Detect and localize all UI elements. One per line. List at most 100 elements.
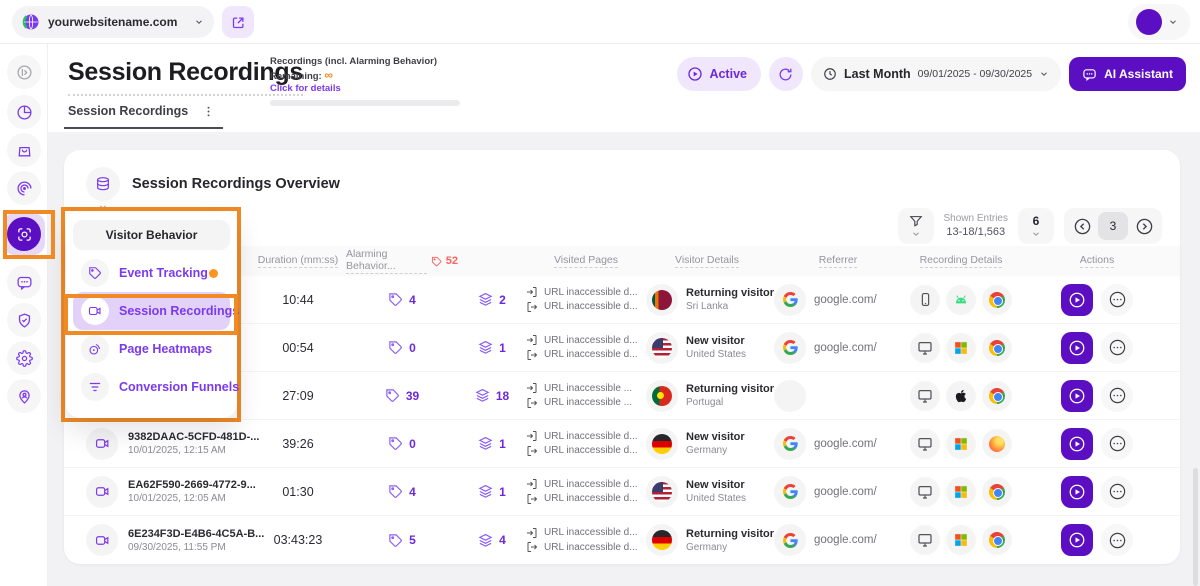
- ai-assistant-button[interactable]: AI Assistant: [1069, 57, 1186, 91]
- more-actions-button[interactable]: [1101, 476, 1133, 508]
- country-flag-icon: [652, 530, 672, 550]
- video-camera-icon: [86, 476, 118, 508]
- quota-details-link[interactable]: Click for details: [270, 83, 470, 94]
- windows-os-icon: [954, 437, 968, 451]
- visitor-type: New visitor: [686, 335, 746, 347]
- play-recording-button[interactable]: [1061, 476, 1093, 508]
- shield-check-icon: [16, 312, 33, 329]
- sidebar-item-dashboard[interactable]: [7, 95, 41, 129]
- sidebar-collapse-button[interactable]: [7, 55, 41, 89]
- play-recording-button[interactable]: [1061, 524, 1093, 556]
- more-actions-button[interactable]: [1101, 380, 1133, 412]
- alarming-count: 0: [409, 341, 416, 355]
- pages-count-cell: 1: [458, 340, 526, 355]
- visitor-details-cell: Returning visitor Sri Lanka: [646, 284, 768, 316]
- sidebar-item-products[interactable]: [7, 133, 41, 167]
- refresh-button[interactable]: [769, 57, 803, 91]
- layers-icon: [478, 292, 493, 307]
- session-recording-target-icon: [7, 217, 41, 251]
- windows-os-icon: [954, 341, 968, 355]
- column-visitor-details[interactable]: Visitor Details: [646, 254, 768, 268]
- menu-item-session-recordings[interactable]: Session Recordings: [73, 292, 230, 330]
- pages-count-cell: 18: [458, 388, 526, 403]
- page-title: Session Recordings: [68, 58, 303, 96]
- notification-dot: [209, 269, 218, 278]
- open-website-button[interactable]: [222, 6, 254, 38]
- previous-page-button[interactable]: [1068, 212, 1096, 240]
- column-visited-pages[interactable]: Visited Pages: [526, 254, 646, 268]
- firefox-browser-icon: [989, 436, 1005, 452]
- play-recording-button[interactable]: [1061, 380, 1093, 412]
- table-row[interactable]: 6E234F3D-E4B6-4C5A-B... 09/30/2025, 11:5…: [64, 516, 1180, 564]
- more-actions-button[interactable]: [1101, 332, 1133, 364]
- more-actions-button[interactable]: [1101, 428, 1133, 460]
- active-status-button[interactable]: Active: [677, 57, 761, 91]
- visitor-country: United States: [686, 349, 746, 360]
- alarm-tag-icon: [388, 484, 403, 499]
- page-size-select[interactable]: 6: [1018, 208, 1054, 244]
- sidebar-item-analytics[interactable]: [7, 171, 41, 205]
- alarming-count-cell: 0: [346, 340, 458, 355]
- page-size-value: 6: [1033, 214, 1040, 228]
- alarming-total: 52: [446, 255, 458, 267]
- vertical-scrollbar[interactable]: [1193, 468, 1198, 586]
- more-actions-button[interactable]: [1101, 284, 1133, 316]
- menu-item-event-tracking[interactable]: Event Tracking: [73, 254, 230, 292]
- sidebar-item-visitor-behavior-active[interactable]: [3, 213, 45, 255]
- alarming-count-cell: 39: [346, 388, 458, 403]
- play-recording-button[interactable]: [1061, 428, 1093, 460]
- kebab-menu-icon[interactable]: [202, 105, 215, 118]
- date-range-value: 09/01/2025 - 09/30/2025: [918, 68, 1032, 80]
- flyout-header: Visitor Behavior: [73, 220, 230, 250]
- table-row[interactable]: 9382DAAC-5CFD-481D-... 10/01/2025, 12:15…: [64, 420, 1180, 468]
- visitor-details-cell: Returning visitor Germany: [646, 524, 768, 556]
- ai-assistant-label: AI Assistant: [1104, 67, 1173, 81]
- column-recording-details[interactable]: Recording Details: [908, 254, 1014, 268]
- overview-collapse-button[interactable]: [86, 167, 120, 201]
- user-menu[interactable]: [1128, 4, 1190, 40]
- desktop-device-icon: [917, 340, 933, 356]
- play-recording-button[interactable]: [1061, 284, 1093, 316]
- apple-os-icon: [954, 389, 968, 403]
- column-alarming-behavior[interactable]: Alarming Behavior... 52: [346, 248, 458, 274]
- sidebar-item-privacy[interactable]: [7, 303, 41, 337]
- funnel-icon: [909, 214, 923, 228]
- more-actions-button[interactable]: [1101, 524, 1133, 556]
- alarm-tag-icon: [385, 388, 400, 403]
- sidebar-item-feedback[interactable]: [7, 265, 41, 299]
- ellipsis-circle-icon: [1108, 482, 1127, 501]
- shown-entries-label: Shown Entries: [944, 212, 1008, 225]
- date-range-picker[interactable]: Last Month 09/01/2025 - 09/30/2025: [811, 57, 1061, 91]
- entry-page-icon: [526, 286, 538, 298]
- visitor-country: United States: [686, 493, 746, 504]
- filter-button[interactable]: [898, 208, 934, 244]
- duration-value: 00:54: [250, 341, 346, 355]
- alarm-tag-icon: [388, 340, 403, 355]
- menu-item-page-heatmaps[interactable]: Page Heatmaps: [73, 330, 230, 368]
- alarm-tag-icon: [431, 255, 442, 268]
- country-flag-icon: [652, 434, 672, 454]
- avatar: [1136, 9, 1162, 35]
- external-link-icon: [231, 15, 246, 30]
- chevron-down-icon: [1168, 17, 1178, 27]
- play-recording-button[interactable]: [1061, 332, 1093, 364]
- next-page-button[interactable]: [1130, 212, 1158, 240]
- column-referrer[interactable]: Referrer: [768, 254, 908, 268]
- chevron-down-icon: [1031, 229, 1041, 239]
- website-selector[interactable]: yourwebsitename.com: [12, 6, 214, 38]
- tab-session-recordings[interactable]: Session Recordings: [64, 104, 223, 129]
- column-duration[interactable]: Duration (mm:ss): [250, 254, 346, 268]
- table-row[interactable]: EA62F590-2669-4772-9... 10/01/2025, 12:0…: [64, 468, 1180, 516]
- recordings-quota: Recordings (incl. Alarming Behavior) Rem…: [270, 56, 470, 106]
- sidebar-item-settings[interactable]: [7, 341, 41, 375]
- menu-item-conversion-funnels[interactable]: Conversion Funnels: [73, 368, 230, 406]
- column-actions[interactable]: Actions: [1014, 254, 1180, 268]
- play-circle-icon: [1068, 291, 1086, 309]
- windows-os-icon: [954, 485, 968, 499]
- referrer-url: google.com/: [814, 486, 877, 498]
- pagination: 3: [1064, 208, 1162, 244]
- active-label: Active: [709, 67, 747, 81]
- entry-url: URL inaccessible d...: [544, 479, 638, 490]
- current-page[interactable]: 3: [1098, 212, 1128, 240]
- sidebar-item-location[interactable]: [7, 379, 41, 413]
